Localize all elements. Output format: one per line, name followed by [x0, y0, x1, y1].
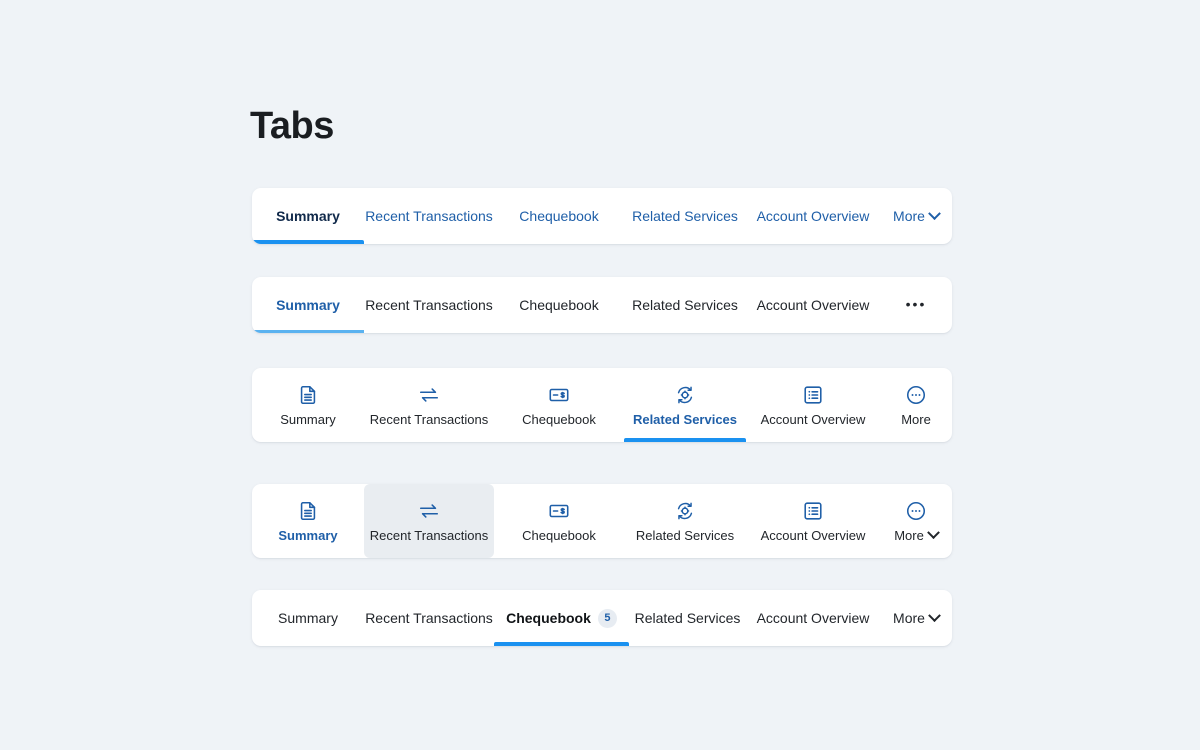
tab-label: Recent Transactions: [369, 412, 489, 427]
tabbar-icon-tabs-hover: Summary Recent Transactions Chequebook R…: [252, 484, 952, 558]
tab-label: Related Services: [634, 610, 741, 626]
tab-summary[interactable]: Summary: [252, 188, 364, 244]
tab-label: More: [901, 412, 931, 427]
tab-more-button[interactable]: More: [880, 188, 952, 244]
circle-ellipsis-icon: [905, 500, 927, 522]
tab-label: Recent Transactions: [369, 528, 489, 543]
tab-account-overview[interactable]: Account Overview: [746, 277, 880, 333]
document-icon: [297, 500, 319, 522]
cheque-dollar-icon: [548, 384, 570, 406]
tab-label: Summary: [278, 528, 338, 543]
tab-related-services[interactable]: Related Services: [629, 590, 746, 646]
tab-label: Chequebook: [506, 610, 591, 626]
tab-chequebook[interactable]: Chequebook: [494, 368, 624, 442]
document-icon: [297, 384, 319, 406]
active-tab-underline: [624, 438, 746, 442]
tab-label: Recent Transactions: [365, 208, 493, 224]
cheque-dollar-icon: [548, 500, 570, 522]
tab-label: Related Services: [635, 528, 735, 543]
chevron-down-icon: [928, 206, 941, 220]
tab-label: Related Services: [632, 412, 738, 427]
tab-chequebook[interactable]: Chequebook: [494, 188, 624, 244]
transfer-arrows-icon: [418, 500, 440, 522]
tab-more-button[interactable]: More: [880, 484, 952, 558]
tab-label: Chequebook: [522, 412, 596, 427]
tab-label: Chequebook: [519, 208, 599, 224]
tabbar-text-links-badge: Summary Recent Transactions Chequebook 5…: [252, 590, 952, 646]
tab-account-overview[interactable]: Account Overview: [746, 188, 880, 244]
tab-chequebook[interactable]: Chequebook: [494, 484, 624, 558]
list-icon: [802, 384, 824, 406]
transfer-arrows-icon: [418, 384, 440, 406]
gear-refresh-icon: [674, 384, 696, 406]
tab-recent-transactions[interactable]: Recent Transactions: [364, 590, 494, 646]
tab-related-services[interactable]: Related Services: [624, 484, 746, 558]
tab-label: Account Overview: [760, 528, 866, 543]
tab-related-services[interactable]: Related Services: [624, 188, 746, 244]
page-title: Tabs: [250, 105, 334, 147]
active-tab-underline: [252, 240, 364, 244]
tab-label: More: [893, 208, 925, 224]
tab-recent-transactions[interactable]: Recent Transactions: [364, 484, 494, 558]
tab-related-services[interactable]: Related Services: [624, 368, 746, 442]
chevron-down-icon: [928, 608, 941, 622]
tabbar-text-links-blue: Summary Recent Transactions Chequebook R…: [252, 188, 952, 244]
tab-label: Account Overview: [756, 208, 870, 224]
tab-account-overview[interactable]: Account Overview: [746, 484, 880, 558]
tab-label: More: [893, 610, 925, 626]
circle-ellipsis-icon: [905, 384, 927, 406]
tab-summary[interactable]: Summary: [252, 277, 364, 333]
status-badge: 5: [597, 608, 617, 628]
tab-overflow-ellipsis-button[interactable]: •••: [880, 277, 952, 333]
tab-recent-transactions[interactable]: Recent Transactions: [364, 188, 494, 244]
tab-label: Summary: [278, 610, 338, 626]
chevron-down-icon: [926, 526, 940, 540]
tab-chequebook[interactable]: Chequebook 5: [494, 590, 629, 646]
tab-summary[interactable]: Summary: [252, 368, 364, 442]
list-icon: [802, 500, 824, 522]
tab-label: Chequebook: [522, 528, 596, 543]
tabbar-text-links-dark: Summary Recent Transactions Chequebook R…: [252, 277, 952, 333]
tab-label: Account Overview: [760, 412, 866, 427]
gear-refresh-icon: [674, 500, 696, 522]
tab-summary[interactable]: Summary: [252, 484, 364, 558]
active-tab-underline: [252, 330, 364, 333]
tab-account-overview[interactable]: Account Overview: [746, 368, 880, 442]
tab-label: Related Services: [632, 208, 738, 224]
tab-label: Recent Transactions: [365, 297, 493, 313]
tab-label: Chequebook: [519, 297, 599, 313]
tab-more-button[interactable]: More: [880, 590, 952, 646]
tab-related-services[interactable]: Related Services: [624, 277, 746, 333]
tab-more-button[interactable]: More: [880, 368, 952, 442]
tab-label: Related Services: [632, 297, 738, 313]
page-root: Tabs Summary Recent Transactions Chequeb…: [0, 0, 1200, 750]
tab-recent-transactions[interactable]: Recent Transactions: [364, 277, 494, 333]
tab-recent-transactions[interactable]: Recent Transactions: [364, 368, 494, 442]
tab-label: Summary: [276, 297, 340, 313]
tab-label: Account Overview: [756, 297, 870, 313]
tab-summary[interactable]: Summary: [252, 590, 364, 646]
tab-label: Recent Transactions: [365, 610, 493, 626]
tab-label: Account Overview: [756, 610, 870, 626]
tab-label: More: [894, 528, 924, 543]
tab-label: Summary: [280, 412, 336, 427]
tab-label: Summary: [276, 208, 340, 224]
tabbar-icon-tabs: Summary Recent Transactions Chequebook R…: [252, 368, 952, 442]
tab-account-overview[interactable]: Account Overview: [746, 590, 880, 646]
active-tab-underline: [494, 642, 629, 646]
ellipsis-icon: •••: [905, 296, 927, 313]
tab-chequebook[interactable]: Chequebook: [494, 277, 624, 333]
